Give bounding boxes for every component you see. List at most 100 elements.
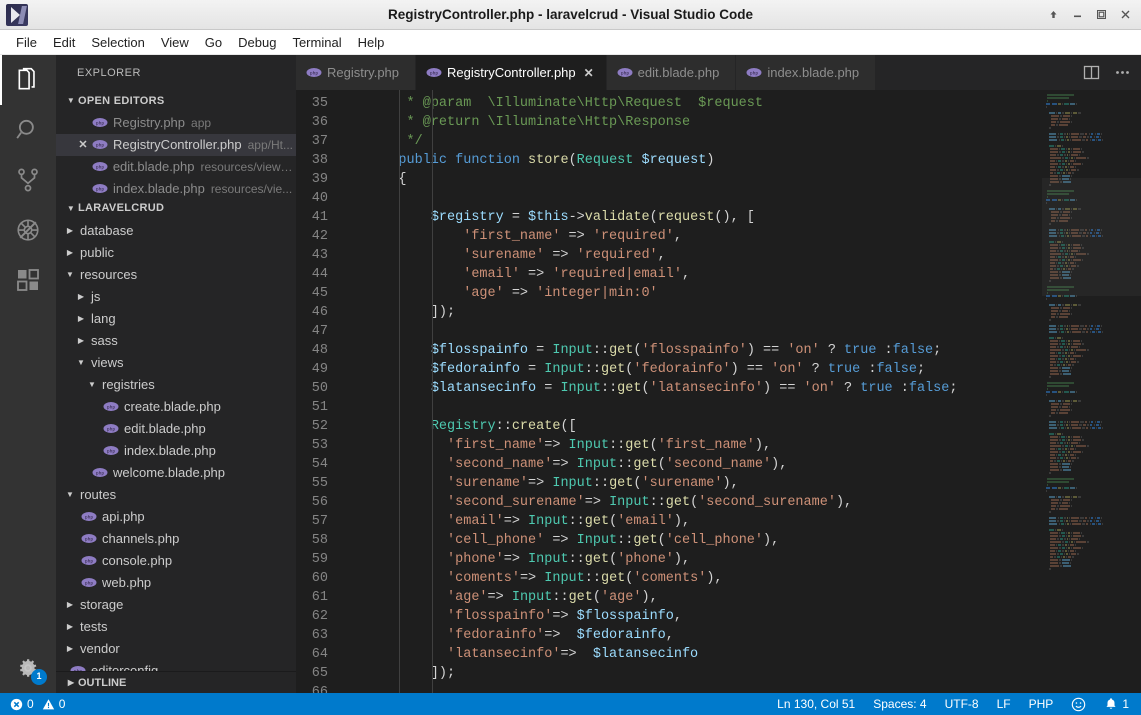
tab-index-blade-php[interactable]: php index.blade.php — [736, 55, 877, 90]
open-editor-index-blade-php[interactable]: php index.blade.php resources/vie... — [56, 178, 296, 198]
code-line[interactable]: $flosspainfo = Input::get('flosspainfo')… — [366, 341, 1041, 360]
menu-selection[interactable]: Selection — [83, 32, 152, 53]
search-icon[interactable] — [0, 105, 56, 155]
tree-folder-views[interactable]: ▼ views — [56, 351, 296, 373]
extensions-icon[interactable] — [0, 255, 56, 305]
code-line[interactable]: 'second_surename'=> Input::get('second_s… — [366, 493, 1041, 512]
split-editor-icon[interactable] — [1083, 64, 1100, 81]
status-eol[interactable]: LF — [995, 697, 1013, 711]
project-header[interactable]: ▼ LARAVELCRUD — [56, 197, 296, 220]
tree-folder-routes[interactable]: ▼ routes — [56, 483, 296, 505]
code-line[interactable]: 'age'=> Input::get('age'), — [366, 588, 1041, 607]
tree-file-index-blade-php[interactable]: php index.blade.php — [56, 439, 296, 461]
rollup-button[interactable] — [1041, 4, 1065, 26]
code-line[interactable]: * @param \Illuminate\Http\Request $reque… — [366, 94, 1041, 113]
explorer-icon[interactable] — [0, 55, 56, 105]
menu-go[interactable]: Go — [197, 32, 230, 53]
tree-folder-public[interactable]: ▶ public — [56, 241, 296, 263]
status-errors[interactable]: 0 — [8, 697, 36, 711]
code-line[interactable]: 'cell_phone' => Input::get('cell_phone')… — [366, 531, 1041, 550]
tree-folder-tests[interactable]: ▶ tests — [56, 615, 296, 637]
tab-edit-blade-php[interactable]: php edit.blade.php — [606, 55, 737, 90]
source-control-icon[interactable] — [0, 155, 56, 205]
debug-icon[interactable] — [0, 205, 56, 255]
more-actions-icon[interactable] — [1114, 64, 1131, 81]
tree-folder-js[interactable]: ▶ js — [56, 285, 296, 307]
code-line[interactable]: $fedorainfo = Input::get('fedorainfo') =… — [366, 360, 1041, 379]
tree-file-editorconfig[interactable]: php editorconfig — [56, 659, 296, 671]
smiley-icon[interactable] — [1069, 697, 1088, 712]
minimap-slider[interactable] — [1042, 178, 1141, 296]
status-notifications[interactable]: 1 — [1102, 697, 1131, 711]
code-line[interactable]: 'phone'=> Input::get('phone'), — [366, 550, 1041, 569]
open-editors-header[interactable]: ▼ OPEN EDITORS — [56, 90, 296, 112]
code-line[interactable]: public function store(Request $request) — [366, 151, 1041, 170]
folding-column[interactable] — [348, 90, 366, 693]
code-line[interactable] — [366, 189, 1041, 208]
code-line[interactable]: 'latansecinfo'=> $latansecinfo — [366, 645, 1041, 664]
tab-registrycontroller-php[interactable]: php RegistryController.php ✕ — [416, 55, 607, 90]
code-line[interactable]: { — [366, 170, 1041, 189]
tree-file-create-blade-php[interactable]: php create.blade.php — [56, 395, 296, 417]
menu-edit[interactable]: Edit — [45, 32, 83, 53]
open-editor-registrycontroller-php[interactable]: ✕ php RegistryController.php app/Ht... — [56, 133, 296, 156]
code-line[interactable]: 'surename' => 'required', — [366, 246, 1041, 265]
tree-folder-storage[interactable]: ▶ storage — [56, 593, 296, 615]
menu-terminal[interactable]: Terminal — [284, 32, 349, 53]
code-line[interactable]: */ — [366, 132, 1041, 151]
minimap[interactable] — [1041, 90, 1141, 693]
code-line[interactable]: 'email'=> Input::get('email'), — [366, 512, 1041, 531]
tree-file-channels-php[interactable]: php channels.php — [56, 527, 296, 549]
tree-file-welcome-blade-php[interactable]: php welcome.blade.php — [56, 461, 296, 483]
code-line[interactable]: 'second_name'=> Input::get('second_name'… — [366, 455, 1041, 474]
close-icon[interactable]: ✕ — [74, 138, 92, 151]
menu-file[interactable]: File — [8, 32, 45, 53]
tree-folder-lang[interactable]: ▶ lang — [56, 307, 296, 329]
menu-debug[interactable]: Debug — [230, 32, 284, 53]
tree-file-web-php[interactable]: php web.php — [56, 571, 296, 593]
menu-help[interactable]: Help — [350, 32, 393, 53]
status-language-mode[interactable]: PHP — [1027, 697, 1056, 711]
code-line[interactable] — [366, 322, 1041, 341]
open-editor-edit-blade-php[interactable]: php edit.blade.php resources/views... — [56, 156, 296, 178]
code-content[interactable]: * @param \Illuminate\Http\Request $reque… — [366, 90, 1041, 693]
code-line[interactable]: 'age' => 'integer|min:0' — [366, 284, 1041, 303]
tree-file-edit-blade-php[interactable]: php edit.blade.php — [56, 417, 296, 439]
menu-view[interactable]: View — [153, 32, 197, 53]
close-icon[interactable]: ✕ — [582, 66, 596, 80]
tree-folder-sass[interactable]: ▶ sass — [56, 329, 296, 351]
tree-folder-resources[interactable]: ▼ resources — [56, 263, 296, 285]
tree-file-api-php[interactable]: php api.php — [56, 505, 296, 527]
tree-folder-registries[interactable]: ▼ registries — [56, 373, 296, 395]
code-line[interactable]: 'coments'=> Input::get('coments'), — [366, 569, 1041, 588]
code-line[interactable]: 'email' => 'required|email', — [366, 265, 1041, 284]
tree-file-console-php[interactable]: php console.php — [56, 549, 296, 571]
code-line[interactable]: 'flosspainfo'=> $flosspainfo, — [366, 607, 1041, 626]
outline-header[interactable]: ▶ OUTLINE — [56, 671, 296, 693]
code-line[interactable]: 'surename'=> Input::get('surename'), — [366, 474, 1041, 493]
code-line[interactable]: 'first_name'=> Input::get('first_name'), — [366, 436, 1041, 455]
gear-icon[interactable]: 1 — [0, 643, 56, 693]
code-line[interactable]: ]); — [366, 303, 1041, 322]
code-line[interactable]: Registry::create([ — [366, 417, 1041, 436]
tab-registry-php[interactable]: php Registry.php — [296, 55, 417, 90]
code-line[interactable]: 'fedorainfo'=> $fedorainfo, — [366, 626, 1041, 645]
status-cursor-position[interactable]: Ln 130, Col 51 — [775, 697, 857, 711]
code-line[interactable]: $registry = $this->validate(request(), [ — [366, 208, 1041, 227]
status-encoding[interactable]: UTF-8 — [943, 697, 981, 711]
open-editor-registry-php[interactable]: php Registry.php app — [56, 112, 296, 134]
code-editor[interactable]: 35 36 37 38 39 40 41 42 43 44 45 46 47 48 49 50 51 52 53 54… — [296, 90, 1141, 693]
code-line[interactable] — [366, 683, 1041, 693]
maximize-button[interactable] — [1089, 4, 1113, 26]
code-line[interactable]: $latansecinfo = Input::get('latansecinfo… — [366, 379, 1041, 398]
close-button[interactable] — [1113, 4, 1137, 26]
minimize-button[interactable] — [1065, 4, 1089, 26]
status-indentation[interactable]: Spaces: 4 — [871, 697, 928, 711]
tree-folder-vendor[interactable]: ▶ vendor — [56, 637, 296, 659]
code-line[interactable]: ]); — [366, 664, 1041, 683]
code-line[interactable]: 'first_name' => 'required', — [366, 227, 1041, 246]
code-line[interactable]: * @return \Illuminate\Http\Response — [366, 113, 1041, 132]
status-warnings[interactable]: 0 — [40, 697, 68, 711]
tree-folder-database[interactable]: ▶ database — [56, 219, 296, 241]
code-line[interactable] — [366, 398, 1041, 417]
